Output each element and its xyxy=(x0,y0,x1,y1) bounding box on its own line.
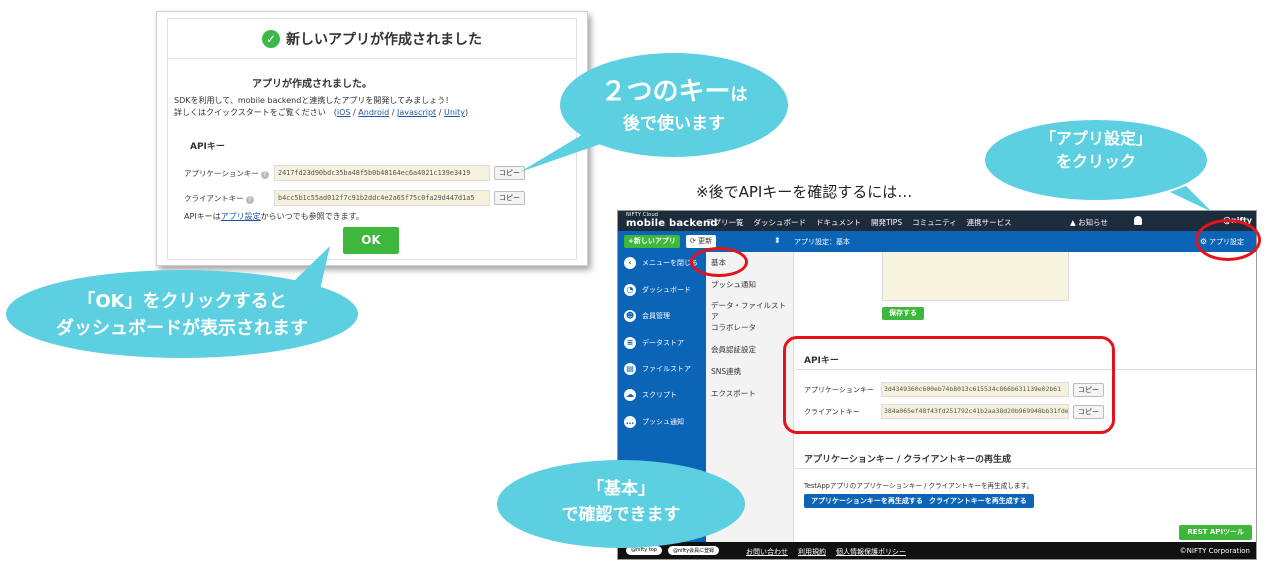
subnav-data-file[interactable]: データ・ファイルストア xyxy=(711,300,793,322)
mobile-backend-logo[interactable]: NIFTY Cloud mobile backend xyxy=(626,213,718,230)
save-button[interactable]: 保存する xyxy=(882,307,924,320)
list-icon: ≡ xyxy=(624,337,636,349)
nav-members[interactable]: ☻ 会員管理 xyxy=(624,310,670,322)
breadcrumb: アプリ設定：基本 xyxy=(794,238,850,246)
refresh-button[interactable]: ⟳ 更新 xyxy=(686,235,717,248)
subnav-export[interactable]: エクスポート xyxy=(711,388,756,399)
regenerate-heading: アプリケーションキー / クライアントキーの再生成 xyxy=(804,455,1012,465)
user-icon[interactable] xyxy=(1134,216,1142,225)
chat-icon: … xyxy=(624,416,636,428)
note-text: ※後でAPIキーを確認するには… xyxy=(696,183,913,201)
menu-documents[interactable]: ドキュメント xyxy=(816,217,861,228)
keys-callout: ２つのキーは 後で使います xyxy=(560,53,788,157)
arrow-left-icon: ‹ xyxy=(624,257,636,269)
top-navbar: NIFTY Cloud mobile backend アプリ一覧 ダッシュボード … xyxy=(618,211,1256,231)
nav-script[interactable]: ☁ スクリプト xyxy=(624,389,677,401)
nifty-register-link[interactable]: @nifty会員に登録 xyxy=(667,546,720,555)
regenerate-client-key-button[interactable]: クライアントキーを再生成する xyxy=(922,494,1034,508)
new-app-button[interactable]: +新しいアプリ xyxy=(624,235,680,248)
subnav-collaborator[interactable]: コラボレータ xyxy=(711,322,756,333)
highlight-basic xyxy=(690,247,748,277)
highlight-api-keys xyxy=(783,336,1115,434)
divider xyxy=(795,468,1256,469)
file-icon: ▤ xyxy=(624,363,636,375)
terms-link[interactable]: 利用規約 xyxy=(798,547,826,557)
gauge-icon: ◔ xyxy=(624,284,636,296)
nav-dashboard[interactable]: ◔ ダッシュボード xyxy=(624,284,691,296)
highlight-app-settings xyxy=(1195,219,1261,261)
menu-dev-tips[interactable]: 開発TIPS xyxy=(871,217,902,228)
basic-callout: 「基本」 で確認できます xyxy=(497,460,745,548)
menu-app-list[interactable]: アプリ一覧 xyxy=(706,217,744,228)
subnav-auth[interactable]: 会員認証設定 xyxy=(711,344,756,355)
settings-callout: 「アプリ設定」 をクリック xyxy=(985,120,1207,200)
bell-icon: ▲ xyxy=(1070,218,1076,227)
rest-api-tool-button[interactable]: REST APIツール xyxy=(1179,525,1252,540)
menu-dashboard[interactable]: ダッシュボード xyxy=(754,217,807,228)
app-select-arrows-icon[interactable]: ⬍ xyxy=(774,236,781,245)
news-link[interactable]: ▲ お知らせ xyxy=(1070,217,1108,228)
footer-links: お問い合わせ 利用規約 個人情報保護ポリシー xyxy=(746,547,906,557)
description-textarea[interactable] xyxy=(882,252,1069,301)
menu-services[interactable]: 連携サービス xyxy=(967,217,1012,228)
nav-filestore[interactable]: ▤ ファイルストア xyxy=(624,363,691,375)
settings-bubble-tail xyxy=(1170,186,1212,212)
contact-link[interactable]: お問い合わせ xyxy=(746,547,788,557)
nav-close-menu[interactable]: ‹ メニューを閉じる xyxy=(624,257,698,269)
regenerate-text: TestAppアプリのアプリケーションキー / クライアントキーを再生成します。 xyxy=(804,482,1034,490)
subnav-sns[interactable]: SNS連携 xyxy=(711,366,741,377)
privacy-link[interactable]: 個人情報保護ポリシー xyxy=(836,547,906,557)
nav-push[interactable]: … プッシュ通知 xyxy=(624,416,684,428)
users-icon: ☻ xyxy=(624,310,636,322)
ok-callout: 「OK」をクリックすると ダッシュボードが表示されます xyxy=(6,270,358,358)
nav-datastore[interactable]: ≡ データストア xyxy=(624,337,684,349)
subnav-push[interactable]: プッシュ通知 xyxy=(711,279,756,290)
footer: @nifty top @nifty会員に登録 お問い合わせ 利用規約 個人情報保… xyxy=(618,542,1256,559)
menu-community[interactable]: コミュニティ xyxy=(912,217,957,228)
refresh-icon: ⟳ xyxy=(690,237,696,245)
copyright: ©NIFTY Corporation xyxy=(1179,547,1250,555)
top-menu: アプリ一覧 ダッシュボード ドキュメント 開発TIPS コミュニティ 連携サービ… xyxy=(706,217,1012,228)
cloud-icon: ☁ xyxy=(624,389,636,401)
regenerate-app-key-button[interactable]: アプリケーションキーを再生成する xyxy=(804,494,930,508)
